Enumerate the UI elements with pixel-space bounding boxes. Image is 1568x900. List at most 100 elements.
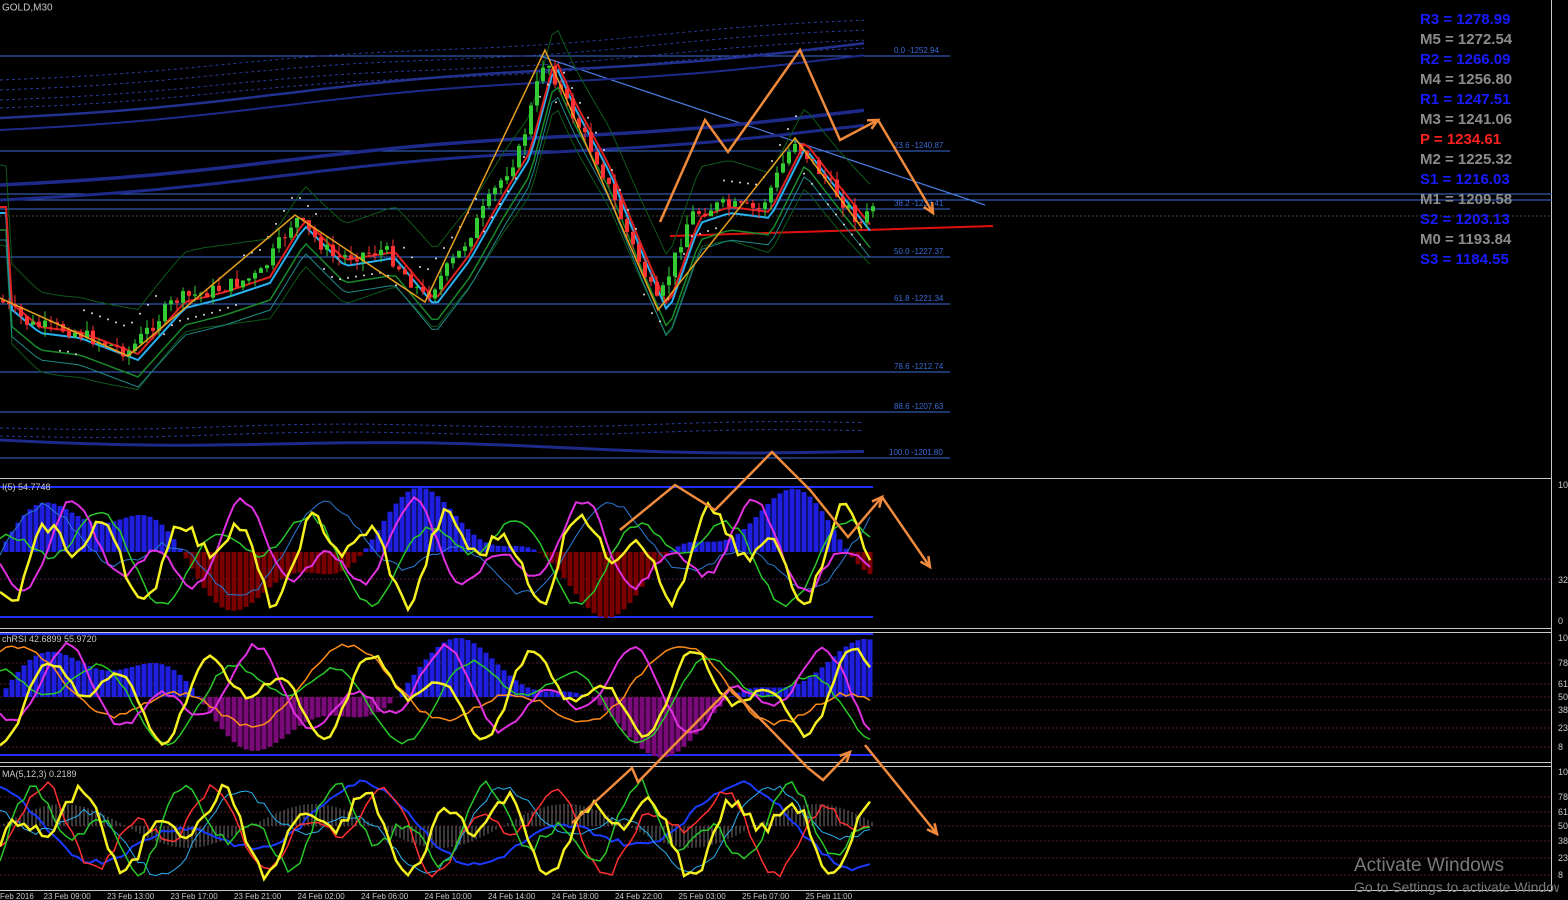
p2-histogram-bar: [681, 697, 687, 747]
time-axis-label: 25 Feb 03:00: [679, 892, 727, 900]
candle-body: [697, 211, 701, 214]
parabolic-sar-dot: [363, 274, 365, 277]
candle-body: [727, 199, 731, 207]
parabolic-sar-dot: [435, 257, 437, 260]
p2-histogram-bar: [519, 684, 525, 697]
parabolic-sar-dot: [299, 197, 301, 199]
p2-histogram-bar: [543, 691, 549, 697]
parabolic-sar-dot: [699, 232, 701, 235]
p2-histogram-bar: [387, 697, 393, 704]
pivot-level-4: R1 = 1247.51: [1420, 91, 1511, 108]
p2-histogram-bar: [549, 691, 555, 697]
candle-body: [757, 207, 761, 210]
p3-axis-tick: 50: [1558, 821, 1568, 831]
candle-body: [589, 132, 593, 152]
trading-chart[interactable]: 0.0 -1252.9423.6 -1240.8738.2 -1233.4150…: [0, 0, 1568, 900]
parabolic-sar-dot: [195, 315, 197, 318]
p2-histogram-bar: [645, 697, 651, 754]
p1-histogram-bar: [399, 496, 405, 552]
parabolic-sar-dot: [659, 320, 661, 323]
candle-body: [829, 178, 833, 180]
parabolic-sar-dot: [259, 249, 261, 251]
candle-body: [349, 255, 353, 260]
p2-histogram-bar: [693, 697, 699, 735]
p1-histogram-bar: [603, 552, 609, 618]
parabolic-sar-dot: [275, 222, 277, 225]
candle-body: [691, 211, 695, 225]
time-axis-label: 25 Feb 11:00: [806, 892, 853, 900]
parabolic-sar-dot: [347, 276, 349, 279]
candle-body: [229, 278, 233, 292]
candle-body: [649, 277, 653, 282]
candle-body: [709, 210, 713, 217]
p2-histogram-bar: [807, 677, 813, 697]
candle-body: [403, 269, 407, 275]
candle-body: [715, 202, 719, 211]
p1-histogram-bar: [789, 488, 795, 552]
candle-body: [217, 285, 221, 291]
panel2-label: chRSI 42.6899 55.9720: [2, 634, 97, 644]
parabolic-sar-dot: [419, 266, 421, 268]
parabolic-sar-dot: [219, 309, 221, 312]
p1-histogram-bar: [147, 516, 153, 552]
p2-histogram-bar: [351, 697, 357, 718]
p2-axis-tick: 78: [1558, 658, 1568, 668]
parabolic-sar-dot: [611, 169, 613, 171]
p2-axis-tick: 50: [1558, 692, 1568, 702]
p1-histogram-bar: [201, 552, 207, 588]
p2-histogram-bar: [687, 697, 693, 741]
candle-body: [499, 180, 503, 188]
candle-body: [793, 143, 797, 152]
candle-body: [763, 202, 767, 210]
candle-body: [379, 249, 383, 256]
parabolic-sar-dot: [131, 321, 133, 324]
parabolic-sar-dot: [547, 83, 549, 86]
p2-axis-tick: 61: [1558, 679, 1568, 689]
p2-axis-tick: 10: [1558, 633, 1568, 643]
candle-body: [151, 327, 155, 331]
p1-axis-bottom: 0: [1558, 616, 1563, 626]
candle-body: [469, 238, 473, 247]
candle-body: [475, 218, 479, 239]
p1-histogram-bar: [579, 552, 585, 602]
time-axis-label: 25 Feb 07:00: [742, 892, 790, 900]
parabolic-sar-dot: [355, 275, 357, 278]
p2-histogram-bar: [249, 697, 255, 751]
p1-histogram-bar: [501, 546, 507, 552]
p1-histogram-bar: [477, 539, 483, 552]
candle-body: [493, 187, 497, 194]
candle-body: [43, 320, 47, 327]
p1-histogram-bar: [237, 552, 243, 610]
parabolic-sar-dot: [715, 227, 717, 230]
p1-histogram-bar: [627, 552, 633, 603]
time-axis-label: 23 Feb 09:00: [44, 892, 92, 900]
p2-histogram-bar: [255, 697, 261, 751]
p2-histogram-bar: [867, 639, 873, 697]
candle-body: [31, 321, 35, 325]
candle-body: [733, 201, 737, 207]
parabolic-sar-dot: [555, 101, 557, 104]
candle-body: [445, 263, 449, 276]
time-axis-label: 23 Feb 21:00: [234, 892, 282, 900]
candle-body: [433, 289, 437, 299]
candle-body: [205, 293, 209, 298]
candle-body: [661, 285, 665, 296]
parabolic-sar-dot: [819, 193, 821, 196]
parabolic-sar-dot: [643, 293, 645, 296]
p2-histogram-bar: [9, 679, 15, 697]
candle-body: [223, 290, 227, 292]
p2-axis-tick: 8: [1558, 742, 1563, 752]
p1-histogram-bar: [231, 552, 237, 611]
p2-histogram-bar: [153, 663, 159, 697]
p2-histogram-bar: [573, 692, 579, 697]
parabolic-sar-dot: [795, 115, 797, 118]
candle-body: [373, 253, 377, 256]
p1-histogram-bar: [135, 515, 141, 552]
candle-body: [163, 304, 167, 322]
candle-body: [505, 176, 509, 181]
candle-body: [91, 330, 95, 345]
parabolic-sar-dot: [339, 278, 341, 281]
parabolic-sar-dot: [147, 303, 149, 306]
parabolic-sar-dot: [835, 213, 837, 216]
p2-histogram-bar: [483, 652, 489, 697]
